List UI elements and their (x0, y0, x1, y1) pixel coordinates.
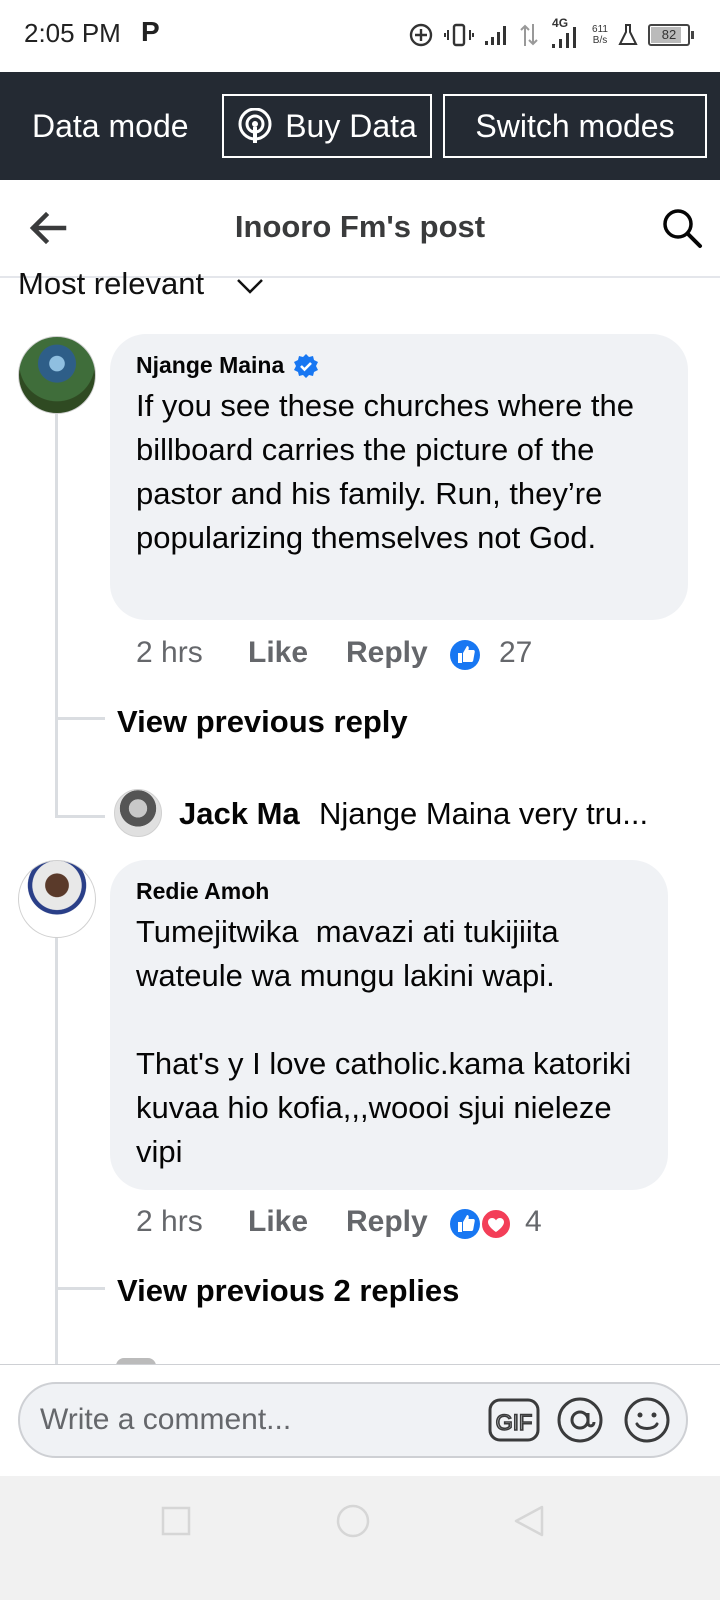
broadcast-icon (238, 108, 272, 143)
avatar[interactable] (18, 860, 96, 938)
parking-app-icon: P (141, 16, 160, 47)
gif-icon[interactable]: GIF (488, 1396, 540, 1444)
thread-branch (55, 1287, 105, 1290)
status-icons: 4G 611 B/s 82 (408, 16, 694, 52)
data-saver-icon (409, 23, 433, 47)
network-speed-unit: B/s (592, 35, 608, 46)
emoji-icon[interactable] (623, 1396, 671, 1444)
network-speed-value: 611 (592, 24, 608, 35)
reaction-count[interactable]: 27 (499, 636, 532, 670)
network-speed: 611 B/s (592, 24, 608, 46)
mention-icon[interactable] (555, 1396, 605, 1444)
avatar[interactable] (18, 336, 96, 414)
back-triangle-icon[interactable] (512, 1504, 546, 1538)
battery-level: 82 (661, 27, 677, 42)
reply-author[interactable]: Jack Ma (179, 796, 300, 832)
buy-data-label: Buy Data (285, 107, 417, 144)
reaction-count[interactable]: 4 (525, 1205, 542, 1239)
reply-preview-text[interactable]: Njange Maina very tru... (319, 796, 648, 832)
reply-avatar[interactable] (114, 789, 162, 837)
chevron-down-icon[interactable] (236, 276, 264, 296)
like-button[interactable]: Like (248, 636, 308, 670)
comment-text: If you see these churches where the bill… (136, 388, 643, 555)
switch-modes-label: Switch modes (475, 107, 675, 144)
view-previous-replies[interactable]: View previous 2 replies (117, 1273, 459, 1309)
comment-timestamp: 2 hrs (136, 1205, 203, 1238)
reply-button[interactable]: Reply (346, 636, 428, 670)
page-title: Inooro Fm's post (234, 209, 486, 244)
thread-branch (55, 815, 105, 818)
reply-button[interactable]: Reply (346, 1205, 428, 1239)
thread-branch (55, 717, 105, 720)
love-reaction-icon[interactable] (480, 1208, 512, 1240)
like-reaction-icon[interactable] (449, 639, 481, 671)
system-nav-bar (0, 1476, 720, 1600)
verified-badge-icon (294, 354, 318, 378)
like-reaction-icon[interactable] (449, 1208, 481, 1240)
thread-line (55, 412, 58, 817)
network-type: 4G (548, 16, 582, 50)
view-previous-replies[interactable]: View previous reply (117, 704, 408, 740)
comment-placeholder[interactable]: Write a comment... (40, 1403, 291, 1437)
sort-dropdown[interactable]: Most relevant (18, 266, 204, 302)
vibrate-icon (444, 23, 475, 47)
signal-1-icon (485, 26, 507, 45)
comment-text: Tumejitwika mavazi ati tukijiita wateule… (136, 914, 632, 1169)
comment-author[interactable]: Njange Maina (136, 352, 284, 379)
signal-2-icon (552, 27, 577, 48)
lab-flask-icon (618, 24, 638, 45)
battery-icon: 82 (648, 24, 694, 46)
data-transfer-icon (520, 24, 538, 46)
status-time: 2:05 PM (24, 18, 121, 48)
like-button[interactable]: Like (248, 1205, 308, 1239)
buy-data-button[interactable]: Buy Data (222, 94, 432, 158)
search-icon[interactable] (660, 206, 704, 250)
thread-line (55, 936, 58, 1366)
home-icon[interactable] (336, 1504, 370, 1538)
comment-author[interactable]: Redie Amoh (136, 878, 269, 905)
data-mode-label: Data mode (32, 108, 189, 144)
comment-timestamp: 2 hrs (136, 636, 203, 669)
svg-text:GIF: GIF (496, 1410, 533, 1435)
recent-apps-icon[interactable] (161, 1506, 191, 1536)
switch-modes-button[interactable]: Switch modes (443, 94, 707, 158)
